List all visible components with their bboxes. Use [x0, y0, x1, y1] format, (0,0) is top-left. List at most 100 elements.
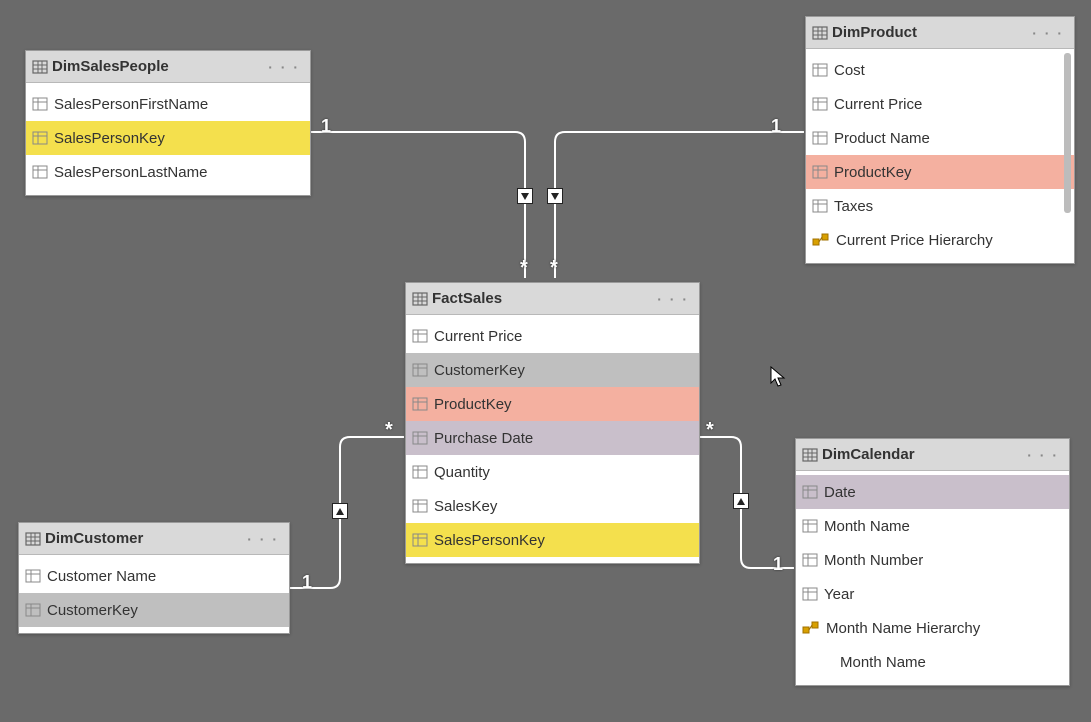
field-label: ProductKey	[428, 396, 512, 413]
column-icon	[32, 164, 48, 180]
column-icon	[25, 568, 41, 584]
field-salespersonkey[interactable]: SalesPersonKey	[406, 523, 699, 557]
column-icon	[802, 518, 818, 534]
column-icon	[812, 198, 828, 214]
field-date[interactable]: Date	[796, 475, 1069, 509]
cardinality-many: *	[706, 419, 714, 442]
field-label: Month Name Hierarchy	[820, 620, 980, 637]
cardinality-one: 1	[321, 116, 331, 137]
field-currentprice-hierarchy[interactable]: Current Price Hierarchy	[806, 223, 1074, 257]
field-label: Year	[818, 586, 854, 603]
table-title: DimCalendar	[818, 446, 1025, 463]
field-label: Cost	[828, 62, 865, 79]
column-icon	[812, 164, 828, 180]
filter-direction-icon	[733, 493, 749, 509]
table-title: DimSalesPeople	[48, 58, 266, 75]
field-label: Purchase Date	[428, 430, 533, 447]
column-icon	[412, 498, 428, 514]
field-label: SalesKey	[428, 498, 497, 515]
filter-direction-icon	[517, 188, 533, 204]
column-icon	[812, 96, 828, 112]
column-icon	[412, 396, 428, 412]
table-icon	[812, 25, 828, 41]
field-label: Current Price	[428, 328, 522, 345]
field-list: Cost Current Price Product Name ProductK…	[806, 49, 1074, 263]
field-productkey[interactable]: ProductKey	[806, 155, 1074, 189]
table-title: DimProduct	[828, 24, 1030, 41]
table-header[interactable]: DimProduct · · ·	[806, 17, 1074, 49]
column-icon	[412, 532, 428, 548]
field-monthname-hierarchy[interactable]: Month Name Hierarchy	[796, 611, 1069, 645]
column-icon	[25, 602, 41, 618]
scrollbar[interactable]	[1064, 53, 1071, 213]
field-currentprice[interactable]: Current Price	[806, 87, 1074, 121]
table-dimsalespeople[interactable]: DimSalesPeople · · · SalesPersonFirstNam…	[25, 50, 311, 196]
field-label: SalesPersonKey	[428, 532, 545, 549]
cardinality-one: 1	[302, 572, 312, 593]
field-cost[interactable]: Cost	[806, 53, 1074, 87]
field-label: Month Name	[834, 654, 926, 671]
table-header[interactable]: DimCustomer · · ·	[19, 523, 289, 555]
field-label: SalesPersonKey	[48, 130, 165, 147]
field-saleskey[interactable]: SalesKey	[406, 489, 699, 523]
more-button[interactable]: · · ·	[1025, 447, 1061, 463]
field-monthname[interactable]: Month Name	[796, 509, 1069, 543]
table-header[interactable]: FactSales · · ·	[406, 283, 699, 315]
table-icon	[25, 531, 41, 547]
field-monthnumber[interactable]: Month Number	[796, 543, 1069, 577]
more-button[interactable]: · · ·	[266, 59, 302, 75]
field-list: Date Month Name Month Number Year Month …	[796, 471, 1069, 685]
table-factsales[interactable]: FactSales · · · Current Price CustomerKe…	[405, 282, 700, 564]
column-icon	[32, 130, 48, 146]
field-customername[interactable]: Customer Name	[19, 559, 289, 593]
cardinality-one: 1	[773, 554, 783, 575]
field-salespersonkey[interactable]: SalesPersonKey	[26, 121, 310, 155]
table-title: DimCustomer	[41, 530, 245, 547]
field-currentprice[interactable]: Current Price	[406, 319, 699, 353]
model-canvas[interactable]: 1 1 * * 1 * * 1 DimSalesPeople · · · Sal…	[0, 0, 1091, 722]
field-list: SalesPersonFirstName SalesPersonKey Sale…	[26, 83, 310, 195]
column-icon	[802, 484, 818, 500]
field-customerkey[interactable]: CustomerKey	[19, 593, 289, 627]
field-productkey[interactable]: ProductKey	[406, 387, 699, 421]
field-customerkey[interactable]: CustomerKey	[406, 353, 699, 387]
filter-direction-icon	[547, 188, 563, 204]
field-label: SalesPersonLastName	[48, 164, 207, 181]
column-icon	[812, 130, 828, 146]
column-icon	[812, 62, 828, 78]
field-label: ProductKey	[828, 164, 912, 181]
field-list: Current Price CustomerKey ProductKey Pur…	[406, 315, 699, 563]
column-icon	[412, 464, 428, 480]
hierarchy-icon	[802, 620, 820, 636]
field-label: Product Name	[828, 130, 930, 147]
table-dimproduct[interactable]: DimProduct · · · Cost Current Price Prod…	[805, 16, 1075, 264]
more-button[interactable]: · · ·	[245, 531, 281, 547]
more-button[interactable]: · · ·	[655, 291, 691, 307]
table-header[interactable]: DimCalendar · · ·	[796, 439, 1069, 471]
field-label: Month Number	[818, 552, 923, 569]
hierarchy-icon	[812, 232, 830, 248]
field-quantity[interactable]: Quantity	[406, 455, 699, 489]
field-productname[interactable]: Product Name	[806, 121, 1074, 155]
field-salespersonlastname[interactable]: SalesPersonLastName	[26, 155, 310, 189]
field-label: Current Price Hierarchy	[830, 232, 993, 249]
table-header[interactable]: DimSalesPeople · · ·	[26, 51, 310, 83]
cardinality-many: *	[520, 257, 528, 280]
field-hierarchy-child-monthname[interactable]: Month Name	[796, 645, 1069, 679]
more-button[interactable]: · · ·	[1030, 25, 1066, 41]
field-year[interactable]: Year	[796, 577, 1069, 611]
field-salespersonfirstname[interactable]: SalesPersonFirstName	[26, 87, 310, 121]
field-label: Current Price	[828, 96, 922, 113]
cursor-icon	[770, 366, 786, 388]
field-label: Taxes	[828, 198, 873, 215]
column-icon	[412, 362, 428, 378]
table-dimcalendar[interactable]: DimCalendar · · · Date Month Name Month …	[795, 438, 1070, 686]
field-label: Date	[818, 484, 856, 501]
field-purchasedate[interactable]: Purchase Date	[406, 421, 699, 455]
field-label: CustomerKey	[41, 602, 138, 619]
table-icon	[412, 291, 428, 307]
table-icon	[32, 59, 48, 75]
table-dimcustomer[interactable]: DimCustomer · · · Customer Name Customer…	[18, 522, 290, 634]
field-label: Customer Name	[41, 568, 156, 585]
field-taxes[interactable]: Taxes	[806, 189, 1074, 223]
